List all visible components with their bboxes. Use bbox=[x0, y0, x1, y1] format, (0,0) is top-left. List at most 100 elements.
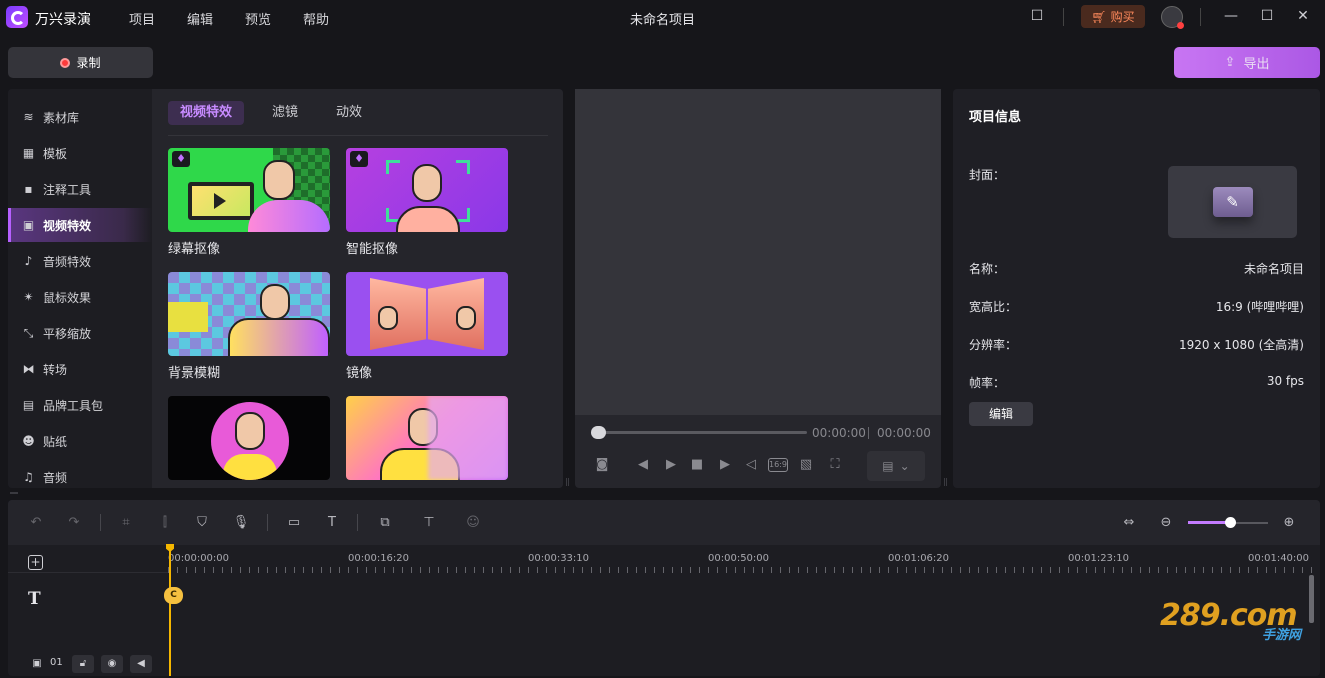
watermark-subtitle: 手游网 bbox=[1262, 628, 1302, 643]
person-head-illustration bbox=[235, 412, 265, 450]
frame-corner-shape bbox=[386, 160, 400, 174]
menu-item-edit[interactable]: 编辑 bbox=[187, 9, 213, 28]
playback-progress-knob[interactable] bbox=[591, 426, 606, 439]
cover-thumbnail[interactable]: ✎ bbox=[1168, 166, 1297, 238]
export-button[interactable]: ⇪ 导出 bbox=[1174, 47, 1320, 78]
sidebar-item-label: 贴纸 bbox=[43, 434, 68, 449]
lock-icon[interactable]: 🔓︎ bbox=[72, 655, 94, 673]
timeline-ruler[interactable]: 00:00:00:00 00:00:16:20 00:00:33:10 00:0… bbox=[168, 545, 1320, 573]
cart-icon: 🛒︎ bbox=[1091, 9, 1107, 24]
timeline-scrollbar[interactable] bbox=[1309, 575, 1314, 623]
preview-panel: 00:00:00 00:00:00 ◙ ◀︎ ▶︎ ■ ▶︎ ◁ 16:9 ▧ … bbox=[575, 89, 941, 488]
crop-canvas-icon[interactable]: ▧ bbox=[796, 455, 816, 475]
split-icon[interactable]: ⫿ bbox=[154, 512, 176, 534]
feedback-icon[interactable]: ☐ bbox=[1025, 5, 1049, 27]
minimize-icon[interactable]: — bbox=[1219, 5, 1243, 27]
mosaic-overlay-shape bbox=[428, 396, 508, 480]
sidebar-item-media-library[interactable]: ≋ 素材库 bbox=[8, 100, 152, 134]
layers-icon: ≋ bbox=[23, 109, 34, 124]
effect-card-smart-cutout[interactable]: ♦ bbox=[346, 148, 508, 232]
previous-frame-icon[interactable]: ◀︎ bbox=[633, 455, 653, 475]
total-time: 00:00:00 bbox=[877, 426, 931, 440]
sidebar-item-audio-effects[interactable]: ♪ 音频特效 bbox=[8, 244, 152, 278]
effect-card-mosaic[interactable] bbox=[346, 396, 508, 480]
zoom-out-icon[interactable]: ⊖ bbox=[1155, 512, 1177, 534]
annotation-icon[interactable]: ▭ bbox=[283, 512, 305, 534]
sidebar-item-label: 模板 bbox=[43, 146, 68, 161]
add-track-icon[interactable]: + bbox=[28, 555, 43, 570]
playback-progress-track[interactable] bbox=[597, 431, 807, 434]
time-divider bbox=[868, 427, 869, 439]
effect-card-green-screen[interactable]: ♦ bbox=[168, 148, 330, 232]
fit-timeline-icon[interactable]: ⇔ bbox=[1118, 512, 1140, 534]
effect-card-label: 绿幕抠像 bbox=[168, 242, 221, 257]
resize-grip[interactable] bbox=[566, 478, 569, 486]
undo-icon[interactable]: ↶ bbox=[25, 512, 47, 534]
buy-button[interactable]: 🛒︎ 购买 bbox=[1081, 5, 1145, 28]
sidebar-item-stickers[interactable]: ☻ 贴纸 bbox=[8, 424, 152, 458]
edit-project-button[interactable]: 编辑 bbox=[969, 402, 1033, 426]
tab-filters[interactable]: 滤镜 bbox=[260, 101, 310, 125]
play-icon[interactable]: ▶︎ bbox=[661, 455, 681, 475]
aspect-ratio-icon[interactable]: 16:9 bbox=[768, 458, 788, 472]
maximize-icon[interactable]: ☐ bbox=[1255, 5, 1279, 27]
cursor-click-icon: ✴ bbox=[23, 289, 34, 304]
layout-select[interactable]: ▤ ⌄ bbox=[867, 451, 925, 481]
person-body-illustration bbox=[248, 200, 330, 232]
frame-corner-shape bbox=[456, 160, 470, 174]
person-body-illustration bbox=[396, 206, 460, 232]
sidebar-item-transitions[interactable]: ⧓ 转场 bbox=[8, 352, 152, 386]
ruler-label: 00:00:50:00 bbox=[708, 553, 770, 564]
next-frame-icon[interactable]: ▶︎ bbox=[715, 455, 735, 475]
zoom-slider-fill bbox=[1188, 521, 1230, 524]
stop-icon[interactable]: ■ bbox=[687, 455, 707, 475]
resize-grip[interactable] bbox=[10, 492, 18, 494]
sidebar-item-templates[interactable]: ▦ 模板 bbox=[8, 136, 152, 170]
text-tool-icon[interactable]: T bbox=[321, 512, 343, 534]
mute-icon[interactable]: ◀︎ bbox=[130, 655, 152, 673]
close-icon[interactable]: ✕ bbox=[1291, 5, 1315, 27]
tab-divider bbox=[168, 135, 548, 136]
sidebar-item-audio[interactable]: ♫ 音频 bbox=[8, 460, 152, 488]
effect-card-circle-frame[interactable] bbox=[168, 396, 330, 480]
face-icon[interactable]: ☺ bbox=[462, 512, 484, 534]
sidebar-item-brand-kit[interactable]: ▤ 品牌工具包 bbox=[8, 388, 152, 422]
user-avatar-icon[interactable] bbox=[1161, 6, 1184, 29]
playhead[interactable] bbox=[169, 545, 171, 676]
sidebar-item-video-effects[interactable]: ▣ 视频特效 bbox=[8, 208, 152, 242]
zoom-slider-knob[interactable] bbox=[1224, 517, 1236, 528]
ruler-label: 00:00:33:10 bbox=[528, 553, 590, 564]
menu-item-preview[interactable]: 预览 bbox=[245, 9, 271, 28]
zoom-in-icon[interactable]: ⊕ bbox=[1278, 512, 1300, 534]
screenshot-icon[interactable]: ◙ bbox=[592, 455, 612, 475]
record-dot-icon bbox=[60, 57, 71, 68]
fullscreen-icon[interactable]: ⛶ bbox=[825, 455, 845, 475]
sidebar-item-pan-zoom[interactable]: ⤡ 平移缩放 bbox=[8, 316, 152, 350]
caption-clip-marker[interactable]: C bbox=[164, 587, 183, 604]
eye-icon[interactable]: ◉ bbox=[101, 655, 123, 673]
menu-item-project[interactable]: 项目 bbox=[129, 9, 155, 28]
person-head-illustration bbox=[378, 306, 398, 330]
edit-pencil-icon: ✎ bbox=[1212, 187, 1253, 217]
tab-video-effects[interactable]: 视频特效 bbox=[168, 101, 245, 125]
microphone-icon[interactable]: 🎙︎ bbox=[230, 512, 252, 534]
effect-card-mirror[interactable] bbox=[346, 272, 508, 356]
sidebar-item-cursor-effects[interactable]: ✴ 鼠标效果 bbox=[8, 280, 152, 314]
crop-icon[interactable]: ⌗ bbox=[115, 512, 137, 534]
person-body-illustration bbox=[223, 454, 277, 480]
resize-grip[interactable] bbox=[944, 478, 947, 486]
overlay-icon[interactable]: ⧉ bbox=[374, 512, 396, 534]
toolbar-divider bbox=[100, 514, 101, 531]
play-triangle-icon bbox=[214, 193, 226, 209]
sidebar-item-annotation[interactable]: ▪ 注释工具 bbox=[8, 172, 152, 206]
menu-item-help[interactable]: 帮助 bbox=[303, 9, 329, 28]
marker-icon[interactable]: ⛉ bbox=[191, 512, 213, 534]
redo-icon[interactable]: ↷ bbox=[63, 512, 85, 534]
tab-motion[interactable]: 动效 bbox=[324, 101, 374, 125]
track-area[interactable] bbox=[168, 573, 1320, 676]
preview-canvas[interactable] bbox=[575, 89, 941, 415]
record-button[interactable]: 录制 bbox=[8, 47, 153, 78]
volume-icon[interactable]: ◁ bbox=[741, 455, 761, 475]
effect-card-background-blur[interactable] bbox=[168, 272, 330, 356]
caption-icon[interactable]: ⊤ bbox=[418, 512, 440, 534]
